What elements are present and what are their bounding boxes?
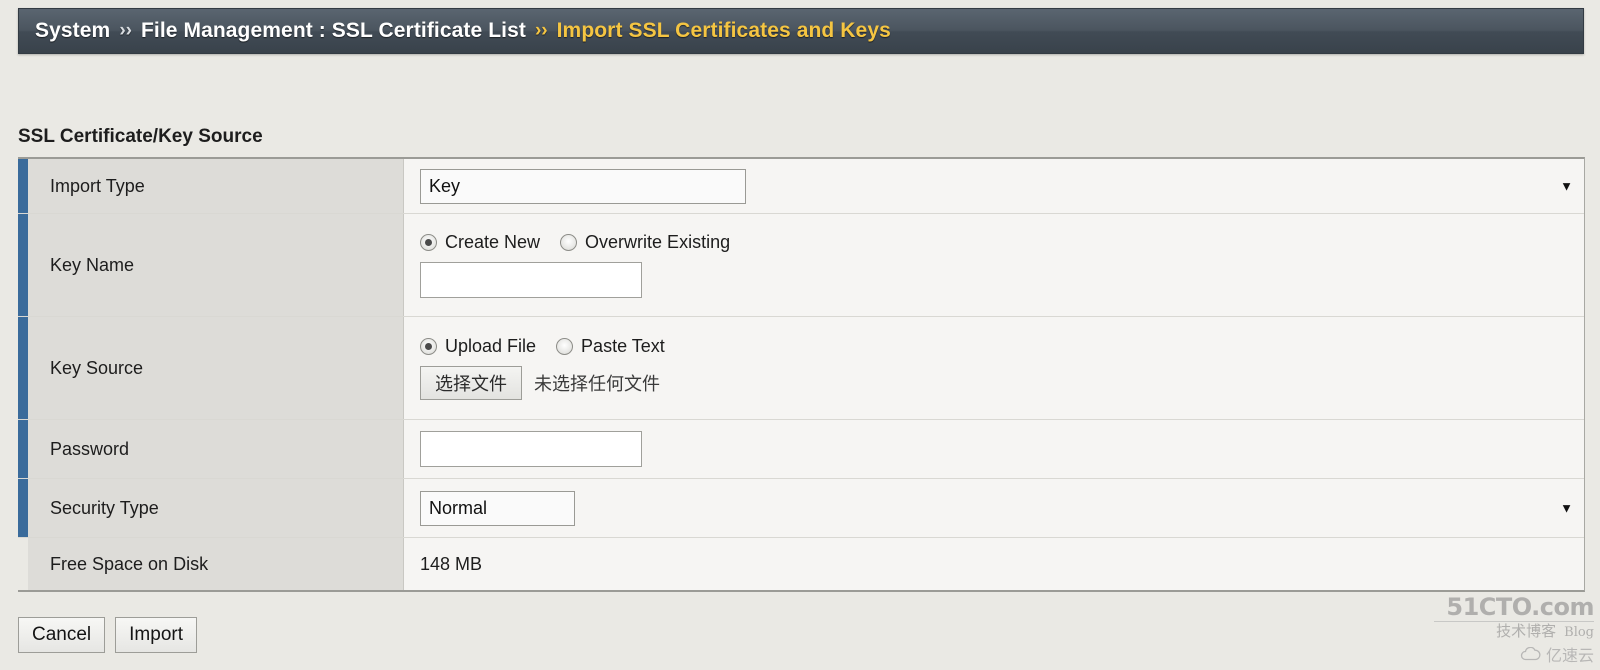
import-type-select[interactable]: Key xyxy=(420,168,746,204)
watermark-cloud-text: 亿速云 xyxy=(1545,648,1594,665)
security-type-select[interactable]: Normal xyxy=(420,490,575,526)
import-button[interactable]: Import xyxy=(115,617,198,653)
breadcrumb-separator-2: ›› xyxy=(534,20,548,41)
key-name-mode-radio-group: Create New Overwrite Existing xyxy=(420,232,1584,253)
row-accent-bar xyxy=(18,159,28,213)
watermark-subtitle-text: 技术博客 xyxy=(1496,622,1557,640)
value-key-source: Upload File Paste Text 选择文件 未选择任何文件 xyxy=(404,317,1584,419)
value-key-name: Create New Overwrite Existing xyxy=(404,214,1584,316)
key-source-mode-radio-group: Upload File Paste Text xyxy=(420,336,1584,357)
breadcrumb-separator-1: ›› xyxy=(119,20,132,41)
radio-label-create-new[interactable]: Create New xyxy=(445,232,540,253)
free-space-value: 148 MB xyxy=(420,553,483,574)
radio-paste-text[interactable] xyxy=(556,338,574,355)
choose-file-button[interactable]: 选择文件 xyxy=(420,366,522,400)
chevron-down-icon: ▼ xyxy=(1560,178,1573,194)
radio-create-new[interactable] xyxy=(420,234,437,251)
file-picker: 选择文件 未选择任何文件 xyxy=(420,366,1584,400)
breadcrumb-item-file-management[interactable]: File Management : SSL Certificate List xyxy=(141,19,526,43)
breadcrumb-item-system[interactable]: System xyxy=(35,19,110,43)
chevron-down-icon: ▼ xyxy=(1560,500,1573,516)
cloud-icon xyxy=(1520,647,1541,661)
table-row-key-name: Key Name Create New Overwrite Existing xyxy=(18,214,1584,317)
value-password xyxy=(404,420,1584,478)
table-row-security-type: Security Type Normal ▼ xyxy=(18,479,1584,538)
radio-label-overwrite-existing[interactable]: Overwrite Existing xyxy=(585,232,730,253)
label-password: Password xyxy=(28,420,404,478)
breadcrumb-bar-wrapper: System ›› File Management : SSL Certific… xyxy=(0,0,1600,62)
radio-label-paste-text[interactable]: Paste Text xyxy=(581,336,665,357)
table-row-key-source: Key Source Upload File Paste Text 选择文件 未… xyxy=(18,317,1584,420)
ssl-source-form-table: Import Type Key ▼ Key Name Create New Ov… xyxy=(18,157,1585,592)
action-bar: Cancel Import xyxy=(18,617,198,653)
label-security-type: Security Type xyxy=(28,479,404,537)
key-name-input[interactable] xyxy=(420,262,642,298)
table-row-free-space: Free Space on Disk 148 MB xyxy=(18,538,1584,590)
watermark-cloud-brand: 亿速云 xyxy=(1412,642,1594,666)
value-import-type: Key ▼ xyxy=(404,159,1584,213)
file-status-text: 未选择任何文件 xyxy=(534,374,660,394)
watermark-subtitle: 技术博客 Blog xyxy=(1412,622,1594,641)
radio-label-upload-file[interactable]: Upload File xyxy=(445,336,536,357)
watermark: 51CTO.com 技术博客 Blog 亿速云 xyxy=(1412,592,1595,667)
row-accent-bar xyxy=(18,317,28,419)
watermark-site: 51CTO.com xyxy=(1446,592,1594,621)
value-security-type: Normal ▼ xyxy=(404,479,1584,537)
breadcrumb: System ›› File Management : SSL Certific… xyxy=(18,8,1584,54)
row-accent-bar xyxy=(18,420,28,478)
password-input[interactable] xyxy=(420,431,642,467)
watermark-blog-text: Blog xyxy=(1564,624,1594,640)
breadcrumb-item-current: Import SSL Certificates and Keys xyxy=(556,19,891,42)
row-accent-bar-empty xyxy=(18,538,28,590)
cancel-button[interactable]: Cancel xyxy=(18,617,106,653)
label-import-type: Import Type xyxy=(28,159,404,213)
radio-overwrite-existing[interactable] xyxy=(560,234,578,251)
watermark-divider xyxy=(1434,620,1594,622)
row-accent-bar xyxy=(18,479,28,537)
table-row-import-type: Import Type Key ▼ xyxy=(18,159,1584,214)
import-type-select-wrapper: Key ▼ xyxy=(420,168,1584,204)
value-free-space: 148 MB xyxy=(404,538,1584,590)
security-type-select-wrapper: Normal ▼ xyxy=(420,490,1584,526)
table-row-password: Password xyxy=(18,420,1584,479)
page-title: SSL Certificate/Key Source xyxy=(18,126,263,147)
label-free-space: Free Space on Disk xyxy=(28,538,404,590)
radio-upload-file[interactable] xyxy=(420,338,437,355)
label-key-name: Key Name xyxy=(28,214,404,316)
label-key-source: Key Source xyxy=(28,317,404,419)
row-accent-bar xyxy=(18,214,28,316)
